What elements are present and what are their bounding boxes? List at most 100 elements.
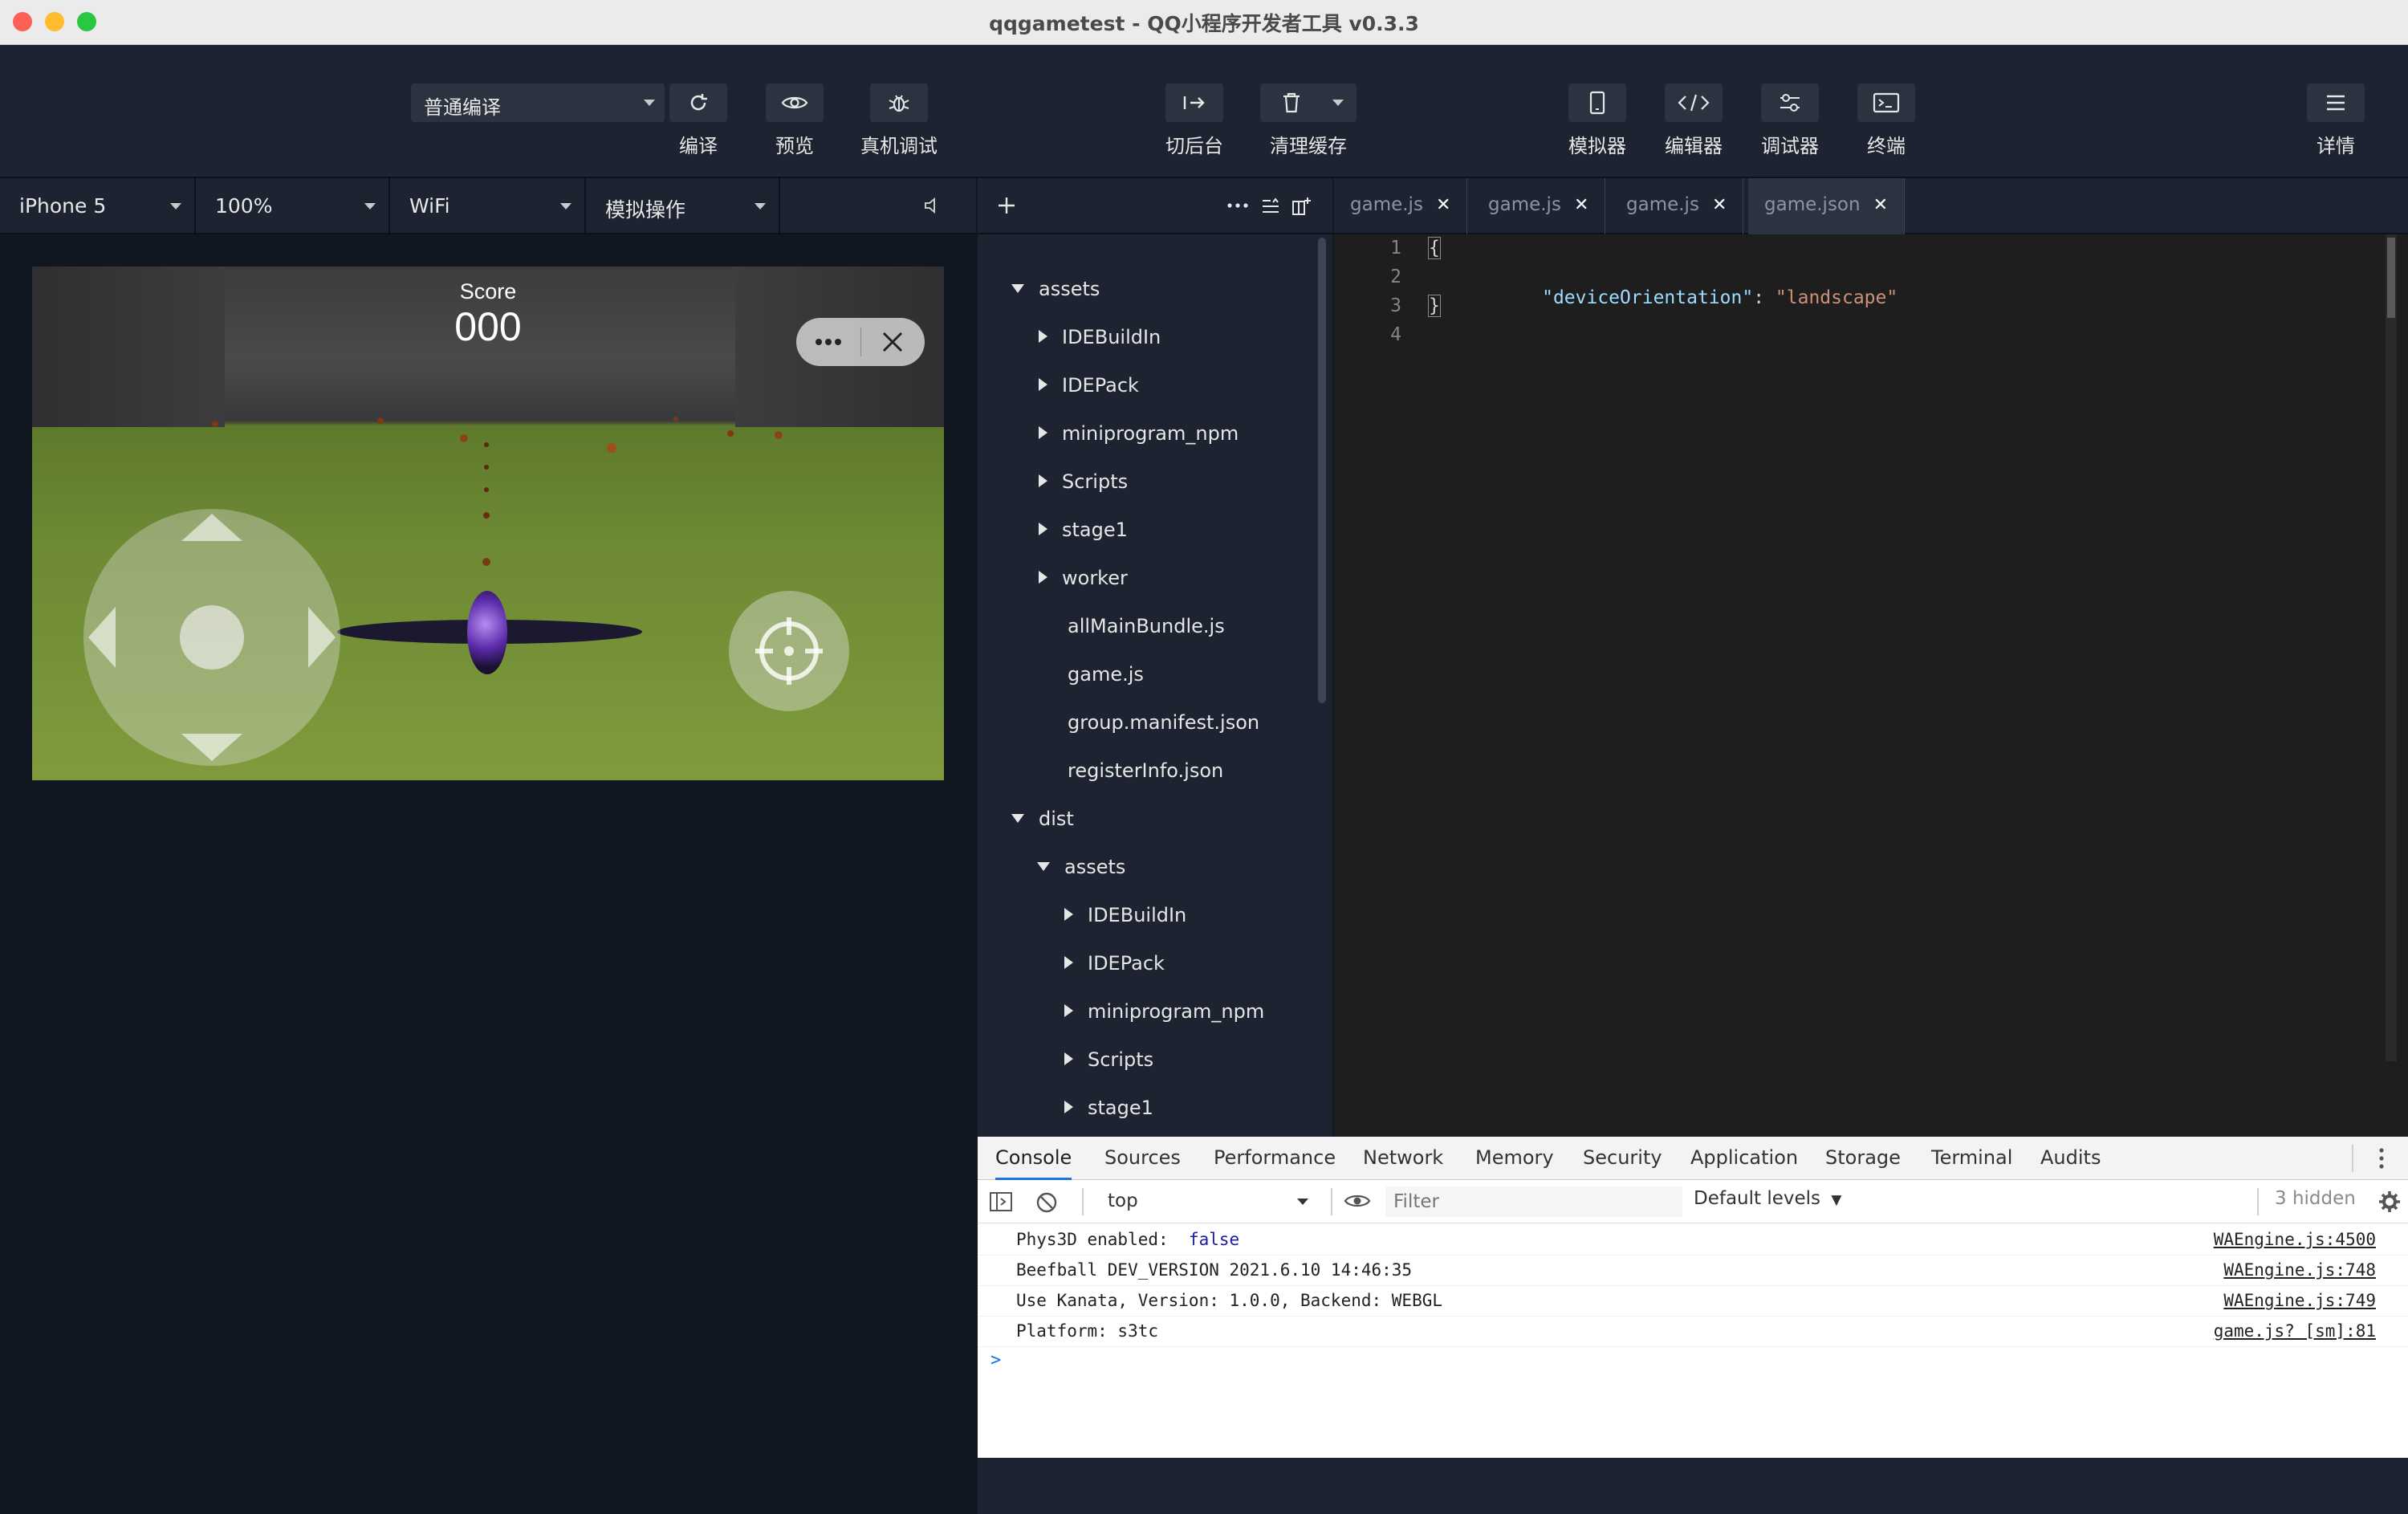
aim-button[interactable] [729,591,849,711]
kebab-menu-icon[interactable] [2377,1146,2386,1174]
sidebar-toggle-icon[interactable] [989,1191,1013,1215]
tree-folder-dist-idebuildin[interactable]: IDEBuildIn [1064,904,1186,936]
log-source-link[interactable]: game.js? [sm]:81 [2214,1321,2376,1341]
network-select[interactable]: WiFi [390,178,586,234]
score-label: Score [459,279,517,303]
tree-folder-scripts[interactable]: Scripts [1039,470,1128,503]
tree-folder-stage1[interactable]: stage1 [1039,519,1128,551]
clear-console-icon[interactable] [1035,1191,1058,1217]
console-prompt-icon[interactable]: > [990,1350,1001,1370]
tab-network[interactable]: Network [1363,1137,1443,1180]
tree-folder-dist-scripts[interactable]: Scripts [1064,1048,1153,1081]
close-icon[interactable]: ✕ [1436,195,1450,215]
main-toolbar: 普通编译 编译 预览 真机调试 切后台 清理缓存 模拟器 编辑器 调试器 终端 … [0,45,2408,178]
debugger-toggle-button[interactable]: 调试器 [1761,83,1819,172]
tree-folder-miniprogram-npm[interactable]: miniprogram_npm [1039,422,1239,454]
console-filter-input[interactable] [1385,1186,1682,1217]
tree-file-game-js[interactable]: game.js [1068,663,1144,695]
log-source-link[interactable]: WAEngine.js:748 [2223,1260,2376,1280]
close-icon[interactable]: ✕ [1574,195,1588,215]
tree-file-group-manifest[interactable]: group.manifest.json [1068,711,1259,743]
more-icon[interactable] [812,332,844,355]
switch-background-icon [1165,83,1223,122]
close-icon[interactable]: ✕ [1873,195,1888,215]
details-button[interactable]: 详情 [2307,83,2365,172]
editor-scrollbar-thumb[interactable] [2387,238,2395,318]
context-value: top [1108,1190,1138,1211]
tree-folder-dist-idepack[interactable]: IDEPack [1064,952,1165,984]
volume-icon[interactable] [923,196,941,218]
tree-folder-idepack[interactable]: IDEPack [1039,374,1139,406]
remote-debug-button[interactable]: 真机调试 [859,83,939,172]
operation-select[interactable]: 模拟操作 [586,178,780,234]
capsule-menu [796,318,925,366]
joystick-knob[interactable] [180,605,244,669]
tab-game-json[interactable]: game.json ✕ [1748,178,1906,234]
editor-toggle-button[interactable]: 编辑器 [1665,83,1723,172]
tab-security[interactable]: Security [1583,1137,1662,1180]
status-strip [978,1458,2408,1514]
tab-memory[interactable]: Memory [1475,1137,1554,1180]
background-button[interactable]: 切后台 [1165,83,1223,172]
joystick-pad[interactable] [83,509,340,766]
log-message: Phys3D enabled: false [1016,1230,1239,1249]
console-log-row: Phys3D enabled: false WAEngine.js:4500 [978,1225,2408,1256]
gear-icon[interactable] [2377,1190,2402,1217]
tab-audits[interactable]: Audits [2040,1137,2101,1180]
file-tree-scrollbar[interactable] [1318,238,1326,703]
tree-folder-worker[interactable]: worker [1039,567,1128,599]
zoom-value: 100% [215,194,273,218]
simulator-toggle-button[interactable]: 模拟器 [1568,83,1626,172]
line-number: 2 [1390,267,1401,287]
tree-folder-dist-stage1[interactable]: stage1 [1064,1097,1153,1129]
tree-folder-assets[interactable]: assets [1011,278,1100,310]
tab-game-js-3[interactable]: game.js ✕ [1610,178,1744,234]
terminal-toggle-button[interactable]: 终端 [1857,83,1915,172]
close-icon[interactable] [880,329,905,358]
collapse-all-icon[interactable] [1260,196,1281,220]
tab-game-js-1[interactable]: game.js ✕ [1334,178,1468,234]
device-select[interactable]: iPhone 5 [0,178,196,234]
compile-mode-select[interactable]: 普通编译 [411,83,665,122]
tree-item-label: dist [1039,808,1074,830]
tree-item-label: registerInfo.json [1068,759,1224,782]
add-file-icon[interactable] [995,194,1018,220]
game-canvas[interactable]: Score 000 [32,267,944,780]
more-options-icon[interactable] [1226,199,1249,215]
close-icon[interactable]: ✕ [1712,195,1727,215]
preview-button[interactable]: 预览 [766,83,824,172]
tree-item-label: worker [1062,567,1128,589]
log-levels-select[interactable]: Default levels ▼ [1694,1188,1841,1209]
log-value-boolean: false [1188,1230,1240,1249]
details-label: 详情 [2316,135,2355,157]
tab-performance[interactable]: Performance [1214,1137,1336,1180]
tree-folder-idebuildin[interactable]: IDEBuildIn [1039,326,1161,358]
compile-button[interactable]: 编译 [669,83,727,172]
eye-icon[interactable] [1344,1191,1371,1214]
background-label: 切后台 [1165,135,1223,157]
tab-terminal[interactable]: Terminal [1931,1137,2012,1180]
tree-file-registerinfo[interactable]: registerInfo.json [1068,759,1223,792]
device-value: iPhone 5 [19,194,107,218]
tree-item-label: game.js [1068,663,1144,686]
split-view-icon[interactable] [1291,196,1312,220]
tree-folder-dist[interactable]: dist [1011,808,1074,840]
zoom-select[interactable]: 100% [196,178,390,234]
chevron-down-icon [560,203,571,210]
tab-game-js-2[interactable]: game.js ✕ [1472,178,1606,234]
tree-file-allmainbundle[interactable]: allMainBundle.js [1068,615,1225,647]
log-source-link[interactable]: WAEngine.js:4500 [2214,1230,2376,1249]
log-source-link[interactable]: WAEngine.js:749 [2223,1291,2376,1310]
clear-cache-button[interactable]: 清理缓存 [1259,83,1358,172]
code-editor[interactable]: 1 2 3 4 { "deviceOrientation": "landscap… [1334,234,2408,1137]
tab-sources[interactable]: Sources [1104,1137,1181,1180]
tree-item-label: group.manifest.json [1068,711,1260,734]
tab-console[interactable]: Console [995,1137,1072,1180]
tree-folder-dist-assets[interactable]: assets [1037,856,1125,888]
console-log-row: Platform: s3tc game.js? [sm]:81 [978,1317,2408,1347]
tab-storage[interactable]: Storage [1825,1137,1901,1180]
tree-folder-dist-miniprogram-npm[interactable]: miniprogram_npm [1064,1000,1264,1032]
line-number: 4 [1390,324,1401,345]
tab-application[interactable]: Application [1690,1137,1798,1180]
context-select[interactable]: top [1093,1186,1316,1217]
